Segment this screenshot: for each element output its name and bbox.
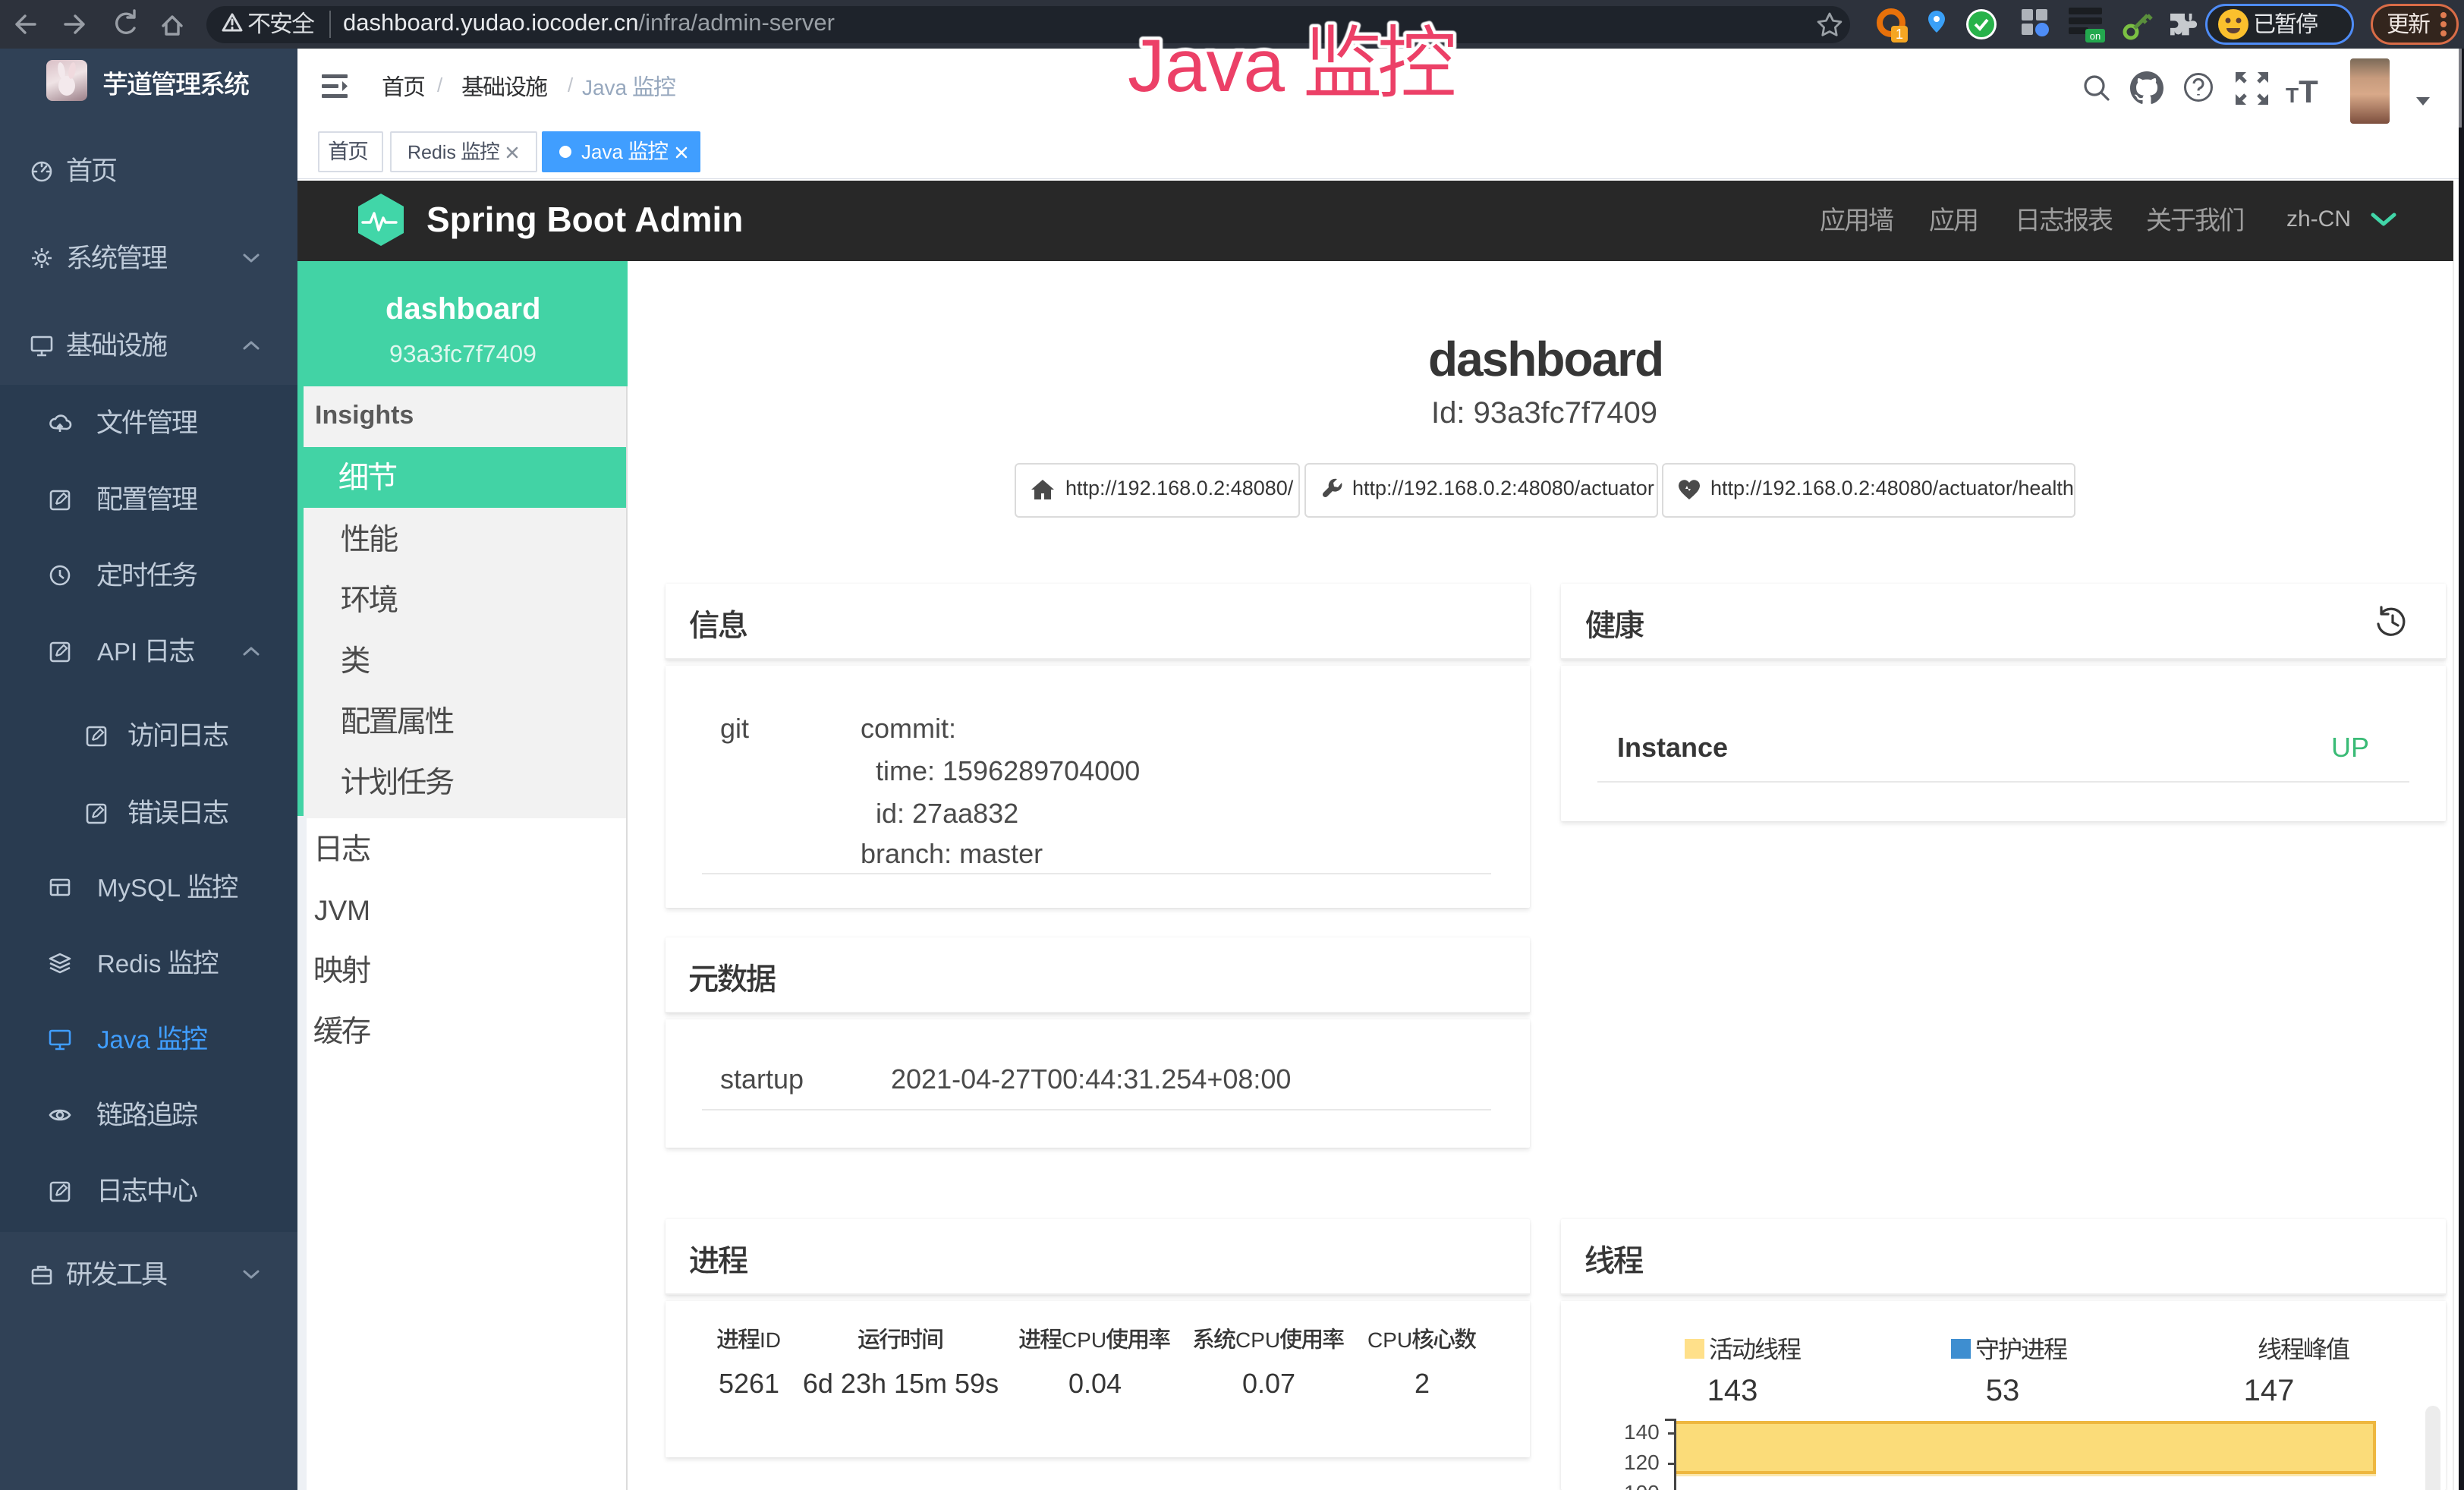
svg-text:1: 1 — [1896, 27, 1903, 42]
svg-text:on: on — [2090, 30, 2101, 42]
